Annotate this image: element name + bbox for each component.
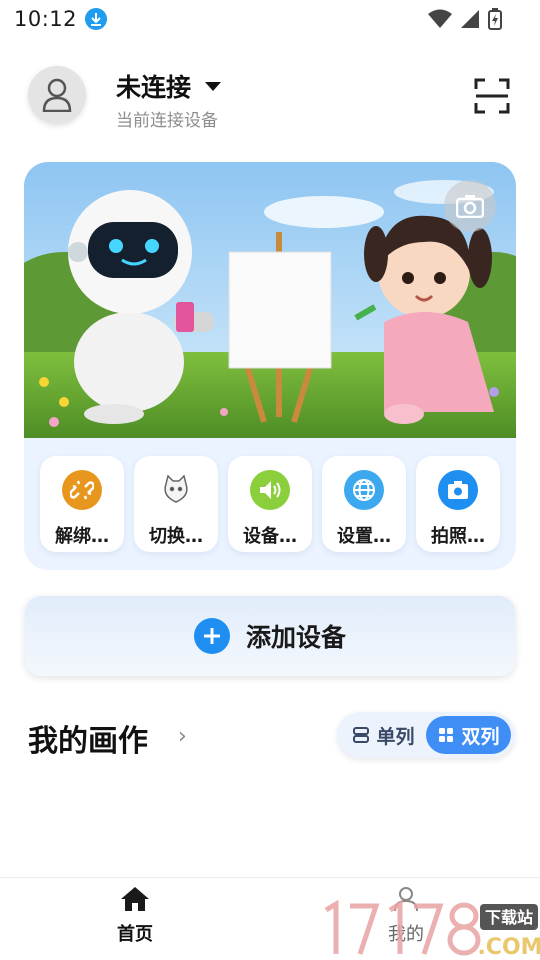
status-bar: 10:12: [0, 0, 540, 38]
action-device-volume[interactable]: 设备…: [228, 456, 312, 552]
grid-icon: [439, 728, 454, 742]
action-label: 设置…: [337, 526, 391, 547]
watermark-logo: 下载站 .COM: [324, 899, 540, 960]
connection-status: 未连接: [116, 73, 192, 102]
home-icon: [121, 887, 149, 911]
add-device-button[interactable]: 添加设备: [25, 596, 515, 676]
view-double-label: 双列: [461, 725, 500, 748]
action-label: 切换…: [149, 526, 203, 547]
action-unbind[interactable]: 解绑…: [40, 456, 124, 552]
photo-capture-button[interactable]: [444, 180, 496, 232]
action-photo[interactable]: 拍照…: [416, 456, 500, 552]
volume-icon: [250, 470, 290, 510]
caret-down-icon: [205, 81, 222, 91]
view-single-button[interactable]: 单列: [341, 716, 426, 754]
user-icon: [42, 78, 72, 112]
scan-icon: [474, 78, 510, 114]
view-toggle: 单列 双列: [337, 712, 515, 758]
unlink-icon: [62, 470, 102, 510]
nav-home-label: 首页: [117, 924, 153, 945]
connection-subtitle: 当前连接设备: [116, 111, 218, 131]
action-label: 拍照…: [431, 526, 485, 547]
view-single-label: 单列: [376, 725, 415, 748]
camera-icon: [438, 470, 478, 510]
header: 未连接 当前连接设备: [28, 66, 512, 131]
signal-icon: [461, 10, 479, 28]
single-column-icon: [353, 727, 370, 743]
status-icons: [428, 8, 502, 30]
nav-home[interactable]: 首页: [95, 886, 175, 946]
status-time: 10:12: [14, 7, 78, 31]
connection-selector[interactable]: 未连接: [116, 68, 222, 104]
globe-icon: [344, 470, 384, 510]
chevron-right-icon[interactable]: ›: [178, 724, 187, 749]
view-double-button[interactable]: 双列: [426, 716, 511, 754]
gallery-title[interactable]: 我的画作: [28, 716, 148, 760]
wifi-icon: [428, 9, 452, 28]
action-settings[interactable]: 设置…: [322, 456, 406, 552]
action-switch[interactable]: 切换…: [134, 456, 218, 552]
action-row: 解绑… 切换… 设备… 设置… 拍照…: [40, 456, 500, 552]
scan-button[interactable]: [472, 76, 512, 116]
camera-icon: [456, 195, 484, 218]
device-card: 解绑… 切换… 设备… 设置… 拍照…: [24, 162, 516, 570]
add-device-label: 添加设备: [245, 623, 346, 652]
battery-icon: [488, 8, 502, 30]
download-icon: [85, 8, 108, 30]
svg-text:.COM: .COM: [477, 935, 540, 960]
action-label: 设备…: [243, 526, 297, 547]
cat-icon: [156, 470, 196, 510]
watermark-text: 下载站: [485, 908, 533, 927]
hero-illustration: [24, 162, 516, 438]
action-label: 解绑…: [55, 526, 109, 547]
avatar[interactable]: [28, 66, 86, 124]
plus-icon: [193, 618, 230, 654]
